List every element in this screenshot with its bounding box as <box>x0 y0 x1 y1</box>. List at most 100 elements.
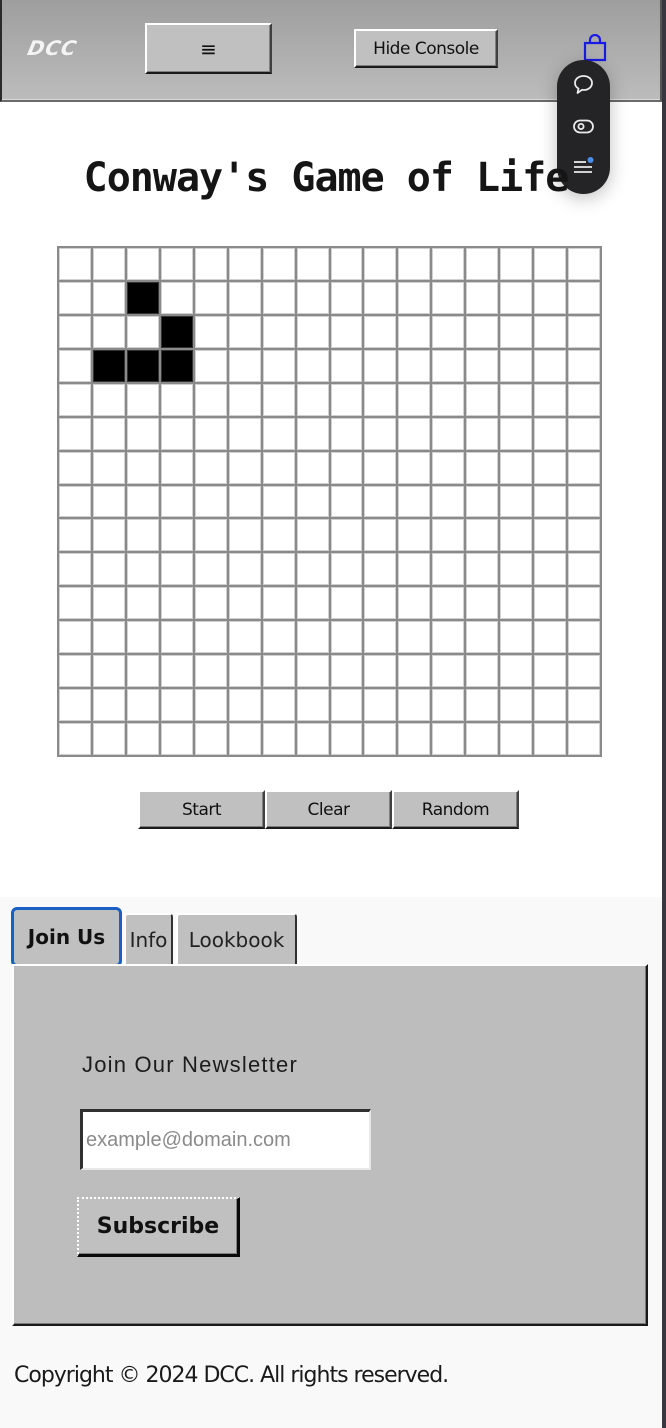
grid-cell[interactable] <box>364 485 397 518</box>
grid-cell-alive[interactable] <box>126 281 159 314</box>
grid-cell[interactable] <box>92 248 125 280</box>
grid-cell[interactable] <box>466 383 499 416</box>
grid-cell[interactable] <box>568 315 600 348</box>
grid-cell[interactable] <box>500 621 533 654</box>
grid-cell[interactable] <box>432 621 465 654</box>
grid-cell[interactable] <box>194 281 227 314</box>
grid-cell[interactable] <box>194 451 227 484</box>
grid-cell[interactable] <box>398 485 431 518</box>
grid-cell[interactable] <box>534 281 567 314</box>
grid-cell[interactable] <box>92 417 125 450</box>
grid-cell[interactable] <box>228 248 261 280</box>
grid-cell[interactable] <box>59 248 91 280</box>
grid-cell[interactable] <box>500 417 533 450</box>
grid-cell[interactable] <box>568 383 600 416</box>
grid-cell[interactable] <box>262 587 295 620</box>
grid-cell[interactable] <box>160 485 193 518</box>
grid-cell[interactable] <box>262 689 295 722</box>
grid-cell[interactable] <box>534 315 567 348</box>
grid-cell[interactable] <box>466 417 499 450</box>
grid-cell[interactable] <box>126 655 159 688</box>
grid-cell[interactable] <box>330 553 363 586</box>
grid-cell[interactable] <box>228 553 261 586</box>
grid-cell[interactable] <box>296 248 329 280</box>
grid-cell[interactable] <box>296 451 329 484</box>
grid-cell[interactable] <box>92 281 125 314</box>
grid-cell[interactable] <box>534 723 567 755</box>
grid-cell[interactable] <box>500 689 533 722</box>
grid-cell[interactable] <box>500 383 533 416</box>
grid-cell[interactable] <box>466 621 499 654</box>
grid-cell[interactable] <box>296 315 329 348</box>
grid-cell[interactable] <box>398 248 431 280</box>
grid-cell[interactable] <box>228 655 261 688</box>
grid-cell[interactable] <box>398 349 431 382</box>
grid-cell[interactable] <box>126 689 159 722</box>
grid-cell[interactable] <box>92 621 125 654</box>
grid-cell[interactable] <box>296 621 329 654</box>
clear-button[interactable]: Clear <box>265 790 392 829</box>
grid-cell[interactable] <box>500 587 533 620</box>
grid-cell[interactable] <box>432 451 465 484</box>
grid-cell[interactable] <box>262 485 295 518</box>
grid-cell[interactable] <box>500 349 533 382</box>
scrollbar[interactable] <box>662 0 666 1428</box>
grid-cell[interactable] <box>92 383 125 416</box>
grid-cell[interactable] <box>194 315 227 348</box>
shopping-bag-icon[interactable] <box>582 34 608 62</box>
grid-cell[interactable] <box>568 621 600 654</box>
grid-cell[interactable] <box>432 485 465 518</box>
grid-cell[interactable] <box>466 451 499 484</box>
grid-cell[interactable] <box>534 621 567 654</box>
grid-cell[interactable] <box>194 689 227 722</box>
dcc-logo[interactable]: DCC <box>25 36 79 60</box>
grid-cell[interactable] <box>432 655 465 688</box>
grid-cell[interactable] <box>466 248 499 280</box>
grid-cell[interactable] <box>432 349 465 382</box>
grid-cell[interactable] <box>59 315 91 348</box>
grid-cell[interactable] <box>398 315 431 348</box>
grid-cell[interactable] <box>534 587 567 620</box>
grid-cell[interactable] <box>364 451 397 484</box>
grid-cell[interactable] <box>92 723 125 755</box>
grid-cell[interactable] <box>296 349 329 382</box>
grid-cell[interactable] <box>126 553 159 586</box>
grid-cell[interactable] <box>228 417 261 450</box>
grid-cell[interactable] <box>59 451 91 484</box>
grid-cell[interactable] <box>466 553 499 586</box>
grid-cell[interactable] <box>330 723 363 755</box>
grid-cell[interactable] <box>296 723 329 755</box>
grid-cell[interactable] <box>194 723 227 755</box>
grid-cell[interactable] <box>262 723 295 755</box>
grid-cell[interactable] <box>568 248 600 280</box>
grid-cell[interactable] <box>398 723 431 755</box>
grid-cell[interactable] <box>126 519 159 552</box>
grid-cell[interactable] <box>568 451 600 484</box>
grid-cell[interactable] <box>228 281 261 314</box>
grid-cell[interactable] <box>364 553 397 586</box>
grid-cell[interactable] <box>160 417 193 450</box>
grid-cell[interactable] <box>59 621 91 654</box>
grid-cell[interactable] <box>126 451 159 484</box>
grid-cell[interactable] <box>59 519 91 552</box>
grid-cell[interactable] <box>160 689 193 722</box>
grid-cell[interactable] <box>262 519 295 552</box>
grid-cell[interactable] <box>364 621 397 654</box>
grid-cell[interactable] <box>364 383 397 416</box>
grid-cell[interactable] <box>59 553 91 586</box>
grid-cell[interactable] <box>262 553 295 586</box>
grid-cell[interactable] <box>466 655 499 688</box>
grid-cell[interactable] <box>568 349 600 382</box>
grid-cell[interactable] <box>568 723 600 755</box>
grid-cell[interactable] <box>364 417 397 450</box>
grid-cell[interactable] <box>262 281 295 314</box>
grid-cell[interactable] <box>432 315 465 348</box>
grid-cell[interactable] <box>500 281 533 314</box>
grid-cell[interactable] <box>432 383 465 416</box>
grid-cell[interactable] <box>364 689 397 722</box>
grid-cell[interactable] <box>364 587 397 620</box>
grid-cell[interactable] <box>262 655 295 688</box>
grid-cell[interactable] <box>262 621 295 654</box>
grid-cell[interactable] <box>398 281 431 314</box>
grid-cell[interactable] <box>330 248 363 280</box>
